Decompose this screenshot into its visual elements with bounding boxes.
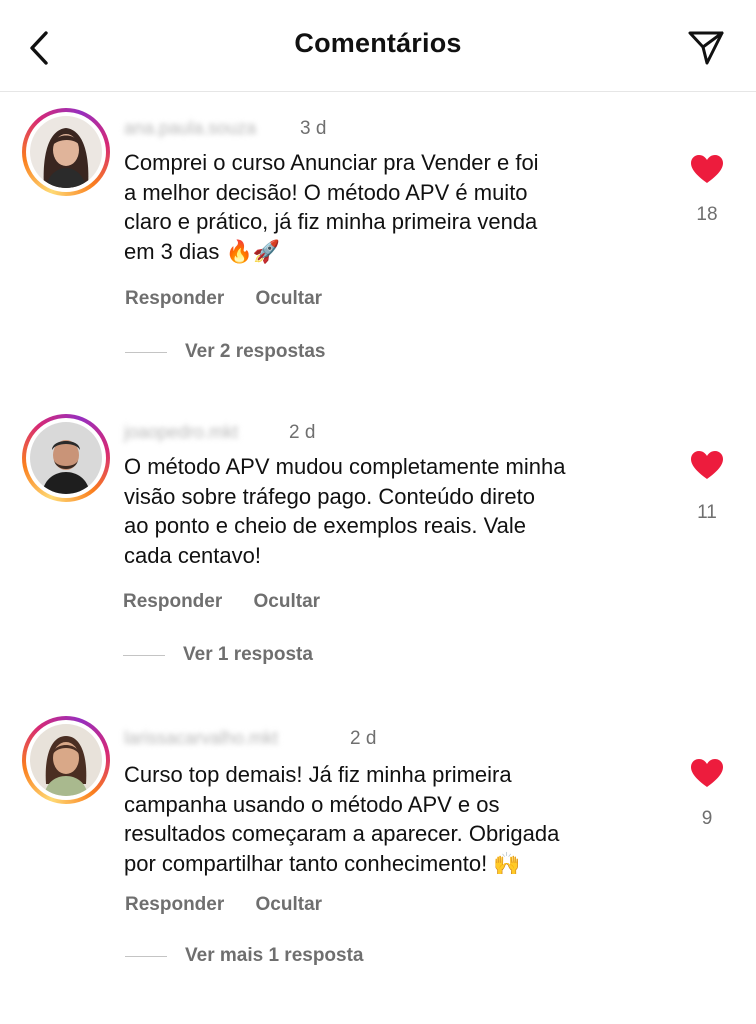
view-replies-button[interactable]: Ver 2 respostas (125, 341, 325, 363)
comment-text: O método APV mudou completamente minha v… (124, 452, 644, 570)
comment-text-line: campanha usando o método APV e os (124, 791, 500, 817)
divider-line (125, 955, 167, 957)
paper-plane-icon (688, 31, 724, 65)
comment-text-line: cada centavo! (124, 542, 261, 568)
avatar-ring[interactable] (22, 108, 110, 196)
comment-actions: Responder Ocultar (123, 591, 320, 613)
comment-username[interactable]: larissacarvalho.mkt (124, 728, 278, 749)
comment-text: Curso top demais! Já fiz minha primeira … (124, 760, 644, 878)
comment-text-line: visão sobre tráfego pago. Conteúdo diret… (124, 483, 535, 509)
comment-actions: Responder Ocultar (125, 288, 322, 310)
comment-text-line: por compartilhar tanto conhecimento! 🙌 (124, 850, 521, 876)
comment-text-line: em 3 dias 🔥🚀 (124, 238, 281, 264)
comment-text-line: a melhor decisão! O método APV é muito (124, 179, 528, 205)
reply-button[interactable]: Responder (125, 894, 224, 915)
like-count: 9 (701, 808, 713, 829)
hide-button[interactable]: Ocultar (256, 894, 323, 915)
comment-text-line: resultados começaram a aparecer. Obrigad… (124, 821, 560, 846)
avatar (30, 422, 102, 494)
like-count: 11 (697, 502, 717, 523)
avatar-ring[interactable] (22, 716, 110, 804)
comment-username[interactable]: joaopedro.mkt (124, 422, 238, 443)
comment-time: 3 d (300, 118, 327, 139)
comment-text-line: ao ponto e cheio de exemplos reais. Vale (124, 513, 526, 538)
heart-icon[interactable] (690, 450, 724, 480)
hide-button[interactable]: Ocultar (256, 288, 323, 309)
header-bar: Comentários (0, 0, 756, 92)
share-button[interactable] (684, 26, 728, 70)
avatar-ring[interactable] (22, 414, 110, 502)
comment-actions: Responder Ocultar (125, 894, 322, 916)
comment-text-line: Curso top demais! Já fiz minha primeira (124, 762, 512, 787)
view-replies-button[interactable]: Ver 1 resposta (123, 644, 313, 666)
reply-button[interactable]: Responder (125, 288, 224, 309)
view-replies-label: Ver 2 respostas (185, 341, 326, 362)
divider-line (125, 351, 167, 353)
comment-text-line: Comprei o curso Anunciar pra Vender e fo… (124, 150, 539, 175)
hide-button[interactable]: Ocultar (254, 591, 321, 612)
comment-text: Comprei o curso Anunciar pra Vender e fo… (124, 148, 644, 266)
reply-button[interactable]: Responder (123, 591, 222, 612)
page-title: Comentários (294, 28, 462, 58)
avatar (30, 116, 102, 188)
comment-text-line: O método APV mudou completamente minha (124, 454, 566, 479)
view-replies-label: Ver 1 resposta (183, 644, 313, 665)
comment-time: 2 d (289, 422, 316, 443)
comment-username[interactable]: ana.paula.souza (124, 118, 256, 139)
divider-line (123, 654, 165, 656)
heart-icon[interactable] (690, 758, 724, 788)
view-replies-label: Ver mais 1 resposta (185, 945, 364, 966)
view-replies-button[interactable]: Ver mais 1 resposta (125, 945, 364, 967)
comment-text-line: claro e prático, já fiz minha primeira v… (124, 209, 538, 234)
heart-icon[interactable] (690, 154, 724, 184)
like-count: 18 (696, 204, 718, 225)
avatar (30, 724, 102, 796)
comment-time: 2 d (350, 728, 377, 749)
